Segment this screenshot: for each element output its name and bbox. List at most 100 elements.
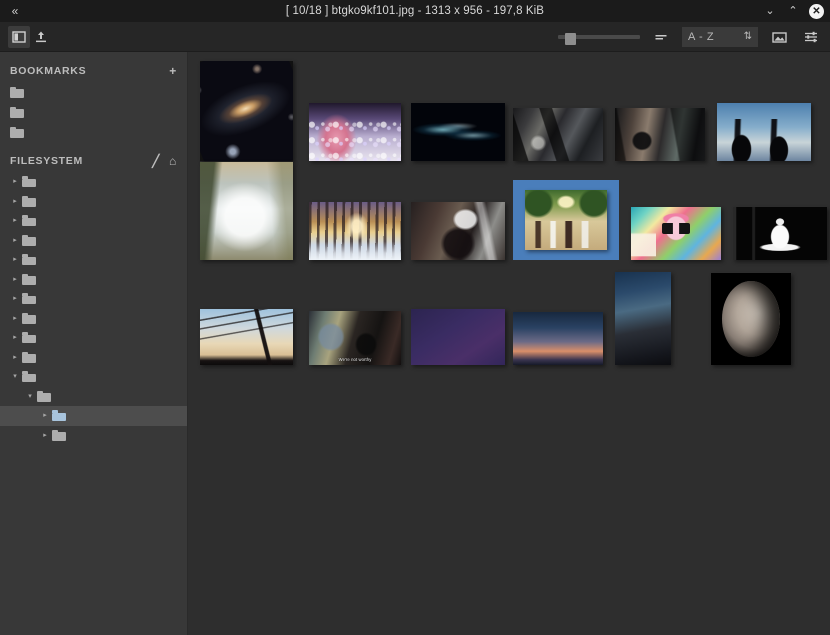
thumbnail-cell[interactable] [513, 180, 619, 260]
add-bookmark-button[interactable]: + [169, 65, 177, 77]
bookmarks-header: BOOKMARKS + [0, 60, 187, 82]
home-icon[interactable]: ⌂ [169, 155, 177, 167]
folder-icon [22, 293, 36, 304]
thumbnail-space-planets[interactable] [411, 309, 505, 365]
thumbnail-cell[interactable] [200, 61, 293, 161]
chevron-right-icon[interactable]: ▸ [8, 334, 22, 341]
thumbnail-silhouettes[interactable] [717, 103, 811, 161]
tree-item-documents[interactable]: ▸ [0, 211, 187, 231]
thumbnail-cell[interactable] [615, 272, 671, 365]
thumbnail-row: We're not worthy [200, 272, 791, 365]
chevron-right-icon[interactable]: ▸ [8, 198, 22, 205]
thumbnail-cell[interactable] [711, 273, 791, 365]
chevron-right-icon[interactable]: ▸ [8, 256, 22, 263]
thumbnail-film-still[interactable]: We're not worthy [309, 311, 401, 365]
thumbnail-moon[interactable] [711, 273, 791, 365]
tree-item-music[interactable]: ▸ [0, 270, 187, 290]
tree-item-images[interactable]: ▸ [0, 406, 187, 426]
tree-item-other[interactable]: ▸ [0, 426, 187, 446]
thumbnail-power-lines[interactable] [200, 309, 293, 365]
window-controls: ⌄ ⌃ ✕ [763, 4, 824, 19]
thumbnail-road-crossing[interactable] [525, 190, 607, 250]
chevron-down-icon[interactable]: ▾ [8, 373, 22, 380]
upload-button[interactable] [30, 26, 52, 48]
tree-item-desktop[interactable]: ▸ [0, 192, 187, 212]
chevron-right-icon[interactable]: ▸ [38, 432, 52, 439]
thumbnail-image-machinery-2 [615, 108, 705, 161]
thumbnail-cell[interactable]: We're not worthy [309, 311, 401, 365]
folder-icon [22, 371, 36, 382]
thumbnail-cell[interactable] [309, 103, 401, 161]
list-view-button[interactable] [650, 26, 672, 48]
thumbnail-lanterns[interactable] [513, 312, 603, 365]
bookmark-item-screenshots[interactable] [0, 122, 187, 142]
tree-item-lg1[interactable]: ▸ [0, 250, 187, 270]
chevron-right-icon[interactable]: ▸ [8, 354, 22, 361]
thumbnail-snow-forest[interactable] [309, 202, 401, 260]
folder-icon [37, 391, 51, 402]
thumbnail-waterfall[interactable] [200, 162, 293, 260]
chevron-right-icon[interactable]: ▸ [8, 217, 22, 224]
thumbnail-size-slider[interactable] [558, 33, 640, 41]
thumbnail-cell[interactable] [615, 108, 705, 161]
thumbnail-cell[interactable] [733, 207, 827, 260]
tree-item-public[interactable]: ▸ [0, 309, 187, 329]
tree-item-pictures[interactable]: ▸ [0, 289, 187, 309]
thumbnail-cell[interactable] [200, 309, 293, 365]
sort-direction-icon[interactable]: ⇅ [744, 31, 752, 42]
thumbnail-dark-anime[interactable] [411, 202, 505, 260]
thumbnail-nebula[interactable] [615, 272, 671, 365]
thumbnail-cell[interactable] [411, 103, 505, 161]
toolbar-right-group: A - Z ⇅ [558, 26, 822, 48]
thumbnail-machinery-2[interactable] [615, 108, 705, 161]
chevron-right-icon[interactable]: ▸ [8, 178, 22, 185]
chevron-down-icon[interactable]: ▾ [23, 393, 37, 400]
bookmark-item-easymodo[interactable] [0, 82, 187, 102]
bookmark-item-camera[interactable] [0, 102, 187, 122]
thumbnail-cell[interactable] [200, 162, 293, 260]
image-view-button[interactable] [768, 26, 790, 48]
tree-item-videos[interactable]: ▸ [0, 348, 187, 368]
image-icon [772, 30, 787, 44]
thumbnail-cell[interactable] [513, 312, 603, 365]
chevron-right-icon[interactable]: ▸ [8, 315, 22, 322]
thumbnail-crowd-figure[interactable] [309, 103, 401, 161]
thumbnail-image-snow-forest [309, 202, 401, 260]
thumbnail-graffiti-art[interactable] [631, 207, 721, 260]
tree-item-testdir[interactable]: ▾ [0, 387, 187, 407]
maximize-button[interactable]: ⌃ [786, 6, 800, 17]
thumbnail-cell[interactable] [411, 309, 505, 365]
tree-item-templates[interactable]: ▸ [0, 328, 187, 348]
folder-icon [10, 87, 24, 98]
thumbnail-galaxy[interactable] [200, 61, 293, 161]
folder-icon [52, 430, 66, 441]
thumbnail-monochrome[interactable] [733, 207, 827, 260]
collapse-icon[interactable]: « [6, 5, 24, 17]
thumbnail-grid[interactable]: We're not worthy [188, 52, 830, 635]
thumbnail-cell[interactable] [717, 103, 811, 161]
thumbnail-blue-wave[interactable] [411, 103, 505, 161]
folder-icon [22, 254, 36, 265]
settings-button[interactable] [800, 26, 822, 48]
minimize-button[interactable]: ⌄ [763, 6, 777, 17]
chevron-right-icon[interactable]: ▸ [8, 276, 22, 283]
thumbnail-image-silhouettes [717, 103, 811, 161]
thumbnail-cell[interactable] [411, 202, 505, 260]
thumbnail-image-dark-anime [411, 202, 505, 260]
tree-item-coding[interactable]: ▸ [0, 172, 187, 192]
thumbnail-cell[interactable] [309, 202, 401, 260]
close-button[interactable]: ✕ [809, 4, 824, 19]
slider-handle[interactable] [565, 33, 576, 45]
chevron-right-icon[interactable]: ▸ [8, 237, 22, 244]
tree-item-wallpapers[interactable]: ▾ [0, 367, 187, 387]
chevron-right-icon[interactable]: ▸ [8, 295, 22, 302]
folder-icon [10, 107, 24, 118]
chevron-right-icon[interactable]: ▸ [38, 412, 52, 419]
sidebar-toggle-button[interactable] [8, 26, 30, 48]
tree-item-downloads[interactable]: ▸ [0, 231, 187, 251]
sort-order-select[interactable]: A - Z ⇅ [682, 27, 758, 47]
thumbnail-cell[interactable] [631, 207, 721, 260]
edit-path-icon[interactable]: ╱ [152, 155, 160, 167]
thumbnail-machinery-1[interactable] [513, 108, 603, 161]
thumbnail-cell[interactable] [513, 108, 603, 161]
